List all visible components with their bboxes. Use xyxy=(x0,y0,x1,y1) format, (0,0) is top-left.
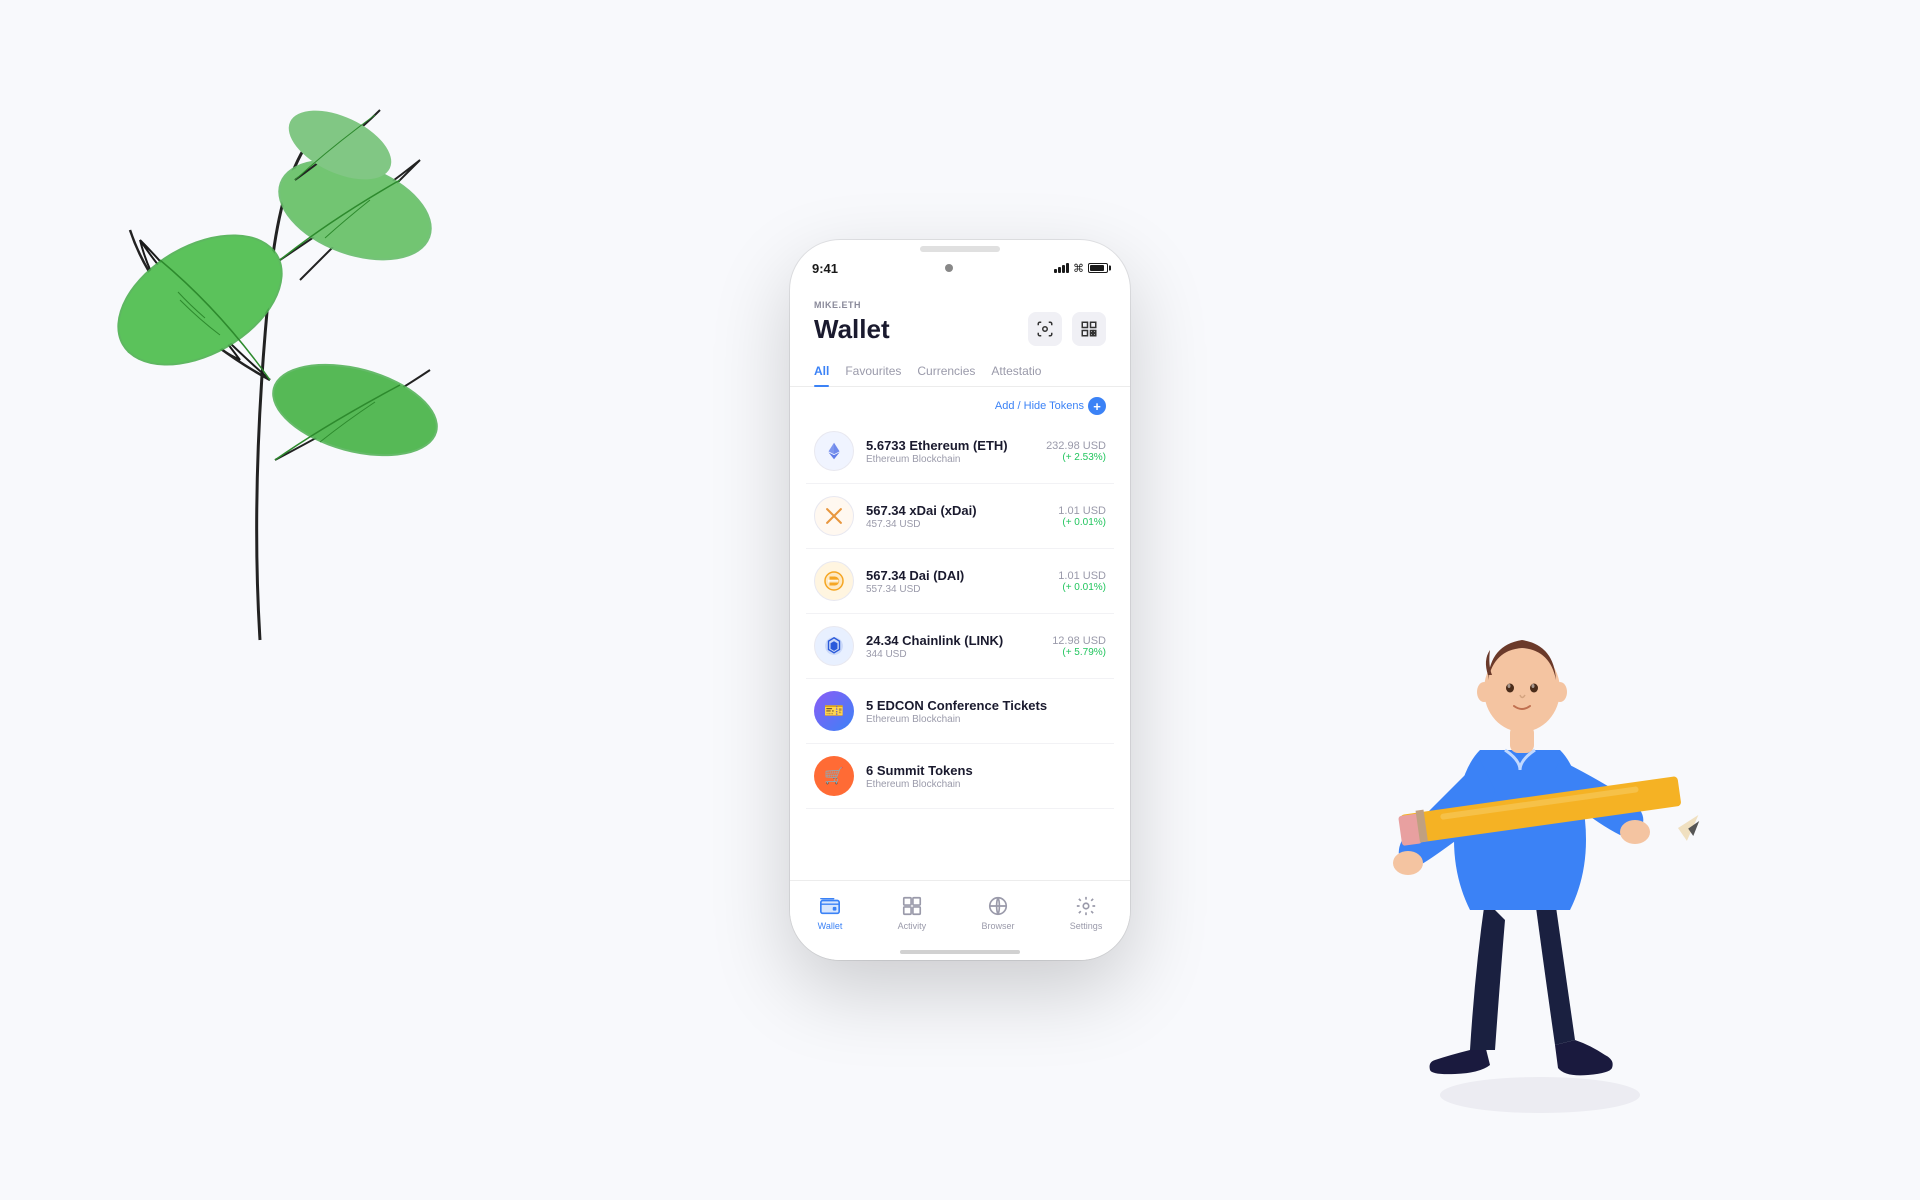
tab-all[interactable]: All xyxy=(814,364,829,386)
tab-bar: All Favourites Currencies Attestatio xyxy=(790,352,1130,387)
token-item-dai[interactable]: 567.34 Dai (DAI) 557.34 USD 1.01 USD (+ … xyxy=(806,549,1114,614)
phone-mockup: 9:41 ⌘ xyxy=(790,240,1130,960)
summit-token-info: 6 Summit Tokens Ethereum Blockchain xyxy=(866,763,1094,790)
eth-token-name: 5.6733 Ethereum (ETH) xyxy=(866,438,1034,453)
username-label: MIKE.ETH xyxy=(814,300,1106,310)
notch-pill xyxy=(920,246,1000,252)
wallet-nav-label: Wallet xyxy=(818,921,843,931)
edcon-token-chain: Ethereum Blockchain xyxy=(866,714,1094,725)
tab-currencies[interactable]: Currencies xyxy=(917,364,975,386)
link-token-name: 24.34 Chainlink (LINK) xyxy=(866,633,1040,648)
dai-token-icon xyxy=(814,561,854,601)
scan-button[interactable] xyxy=(1028,312,1062,346)
xdai-token-info: 567.34 xDai (xDai) 457.34 USD xyxy=(866,503,1046,530)
nav-wallet[interactable]: Wallet xyxy=(818,894,843,931)
person-illustration xyxy=(1340,520,1740,1120)
page-title: Wallet xyxy=(814,314,890,345)
header-action-icons xyxy=(1028,312,1106,346)
link-token-info: 24.34 Chainlink (LINK) 344 USD xyxy=(866,633,1040,660)
token-item-xdai[interactable]: 567.34 xDai (xDai) 457.34 USD 1.01 USD (… xyxy=(806,484,1114,549)
eth-token-values: 232.98 USD (+ 2.53%) xyxy=(1046,440,1106,463)
xdai-usd-value: 1.01 USD xyxy=(1058,505,1106,517)
browser-nav-label: Browser xyxy=(981,921,1014,931)
phone-content: MIKE.ETH Wallet xyxy=(790,284,1130,960)
activity-nav-label: Activity xyxy=(898,921,927,931)
summit-token-chain: Ethereum Blockchain xyxy=(866,779,1094,790)
token-item-edcon[interactable]: 🎫 5 EDCON Conference Tickets Ethereum Bl… xyxy=(806,679,1114,744)
camera-dot xyxy=(945,264,953,272)
link-token-values: 12.98 USD (+ 5.79%) xyxy=(1052,635,1106,658)
xdai-token-values: 1.01 USD (+ 0.01%) xyxy=(1058,505,1106,528)
summit-token-name: 6 Summit Tokens xyxy=(866,763,1094,778)
wallet-header: MIKE.ETH Wallet xyxy=(790,284,1130,346)
eth-change: (+ 2.53%) xyxy=(1046,452,1106,463)
title-row: Wallet xyxy=(814,312,1106,346)
signal-icon xyxy=(1054,263,1069,273)
link-token-icon xyxy=(814,626,854,666)
add-tokens-bar: Add / Hide Tokens + xyxy=(790,387,1130,419)
qr-button[interactable] xyxy=(1072,312,1106,346)
phone-body: 9:41 ⌘ xyxy=(790,240,1130,960)
browser-nav-icon xyxy=(986,894,1010,918)
edcon-token-info: 5 EDCON Conference Tickets Ethereum Bloc… xyxy=(866,698,1094,725)
summit-token-icon: 🛒 xyxy=(814,756,854,796)
settings-nav-label: Settings xyxy=(1070,921,1103,931)
leaf-decoration xyxy=(60,80,480,680)
status-icons: ⌘ xyxy=(1054,262,1108,275)
add-tokens-label: Add / Hide Tokens xyxy=(995,400,1084,412)
bottom-nav: Wallet Activity xyxy=(790,880,1130,960)
settings-nav-icon xyxy=(1074,894,1098,918)
token-item-eth[interactable]: 5.6733 Ethereum (ETH) Ethereum Blockchai… xyxy=(806,419,1114,484)
xdai-token-sub: 457.34 USD xyxy=(866,519,1046,530)
dai-usd-value: 1.01 USD xyxy=(1058,570,1106,582)
eth-usd-value: 232.98 USD xyxy=(1046,440,1106,452)
edcon-token-icon: 🎫 xyxy=(814,691,854,731)
wallet-nav-icon xyxy=(818,894,842,918)
link-token-sub: 344 USD xyxy=(866,649,1040,660)
xdai-token-name: 567.34 xDai (xDai) xyxy=(866,503,1046,518)
dai-token-name: 567.34 Dai (DAI) xyxy=(866,568,1046,583)
nav-browser[interactable]: Browser xyxy=(981,894,1014,931)
add-tokens-icon: + xyxy=(1088,397,1106,415)
dai-change: (+ 0.01%) xyxy=(1058,582,1106,593)
xdai-change: (+ 0.01%) xyxy=(1058,517,1106,528)
nav-activity[interactable]: Activity xyxy=(898,894,927,931)
time-display: 9:41 xyxy=(812,261,838,276)
nav-settings[interactable]: Settings xyxy=(1070,894,1103,931)
add-tokens-button[interactable]: Add / Hide Tokens + xyxy=(995,397,1106,415)
dai-token-info: 567.34 Dai (DAI) 557.34 USD xyxy=(866,568,1046,595)
eth-token-chain: Ethereum Blockchain xyxy=(866,454,1034,465)
token-item-link[interactable]: 24.34 Chainlink (LINK) 344 USD 12.98 USD… xyxy=(806,614,1114,679)
link-usd-value: 12.98 USD xyxy=(1052,635,1106,647)
eth-token-icon xyxy=(814,431,854,471)
edcon-token-name: 5 EDCON Conference Tickets xyxy=(866,698,1094,713)
token-item-summit[interactable]: 🛒 6 Summit Tokens Ethereum Blockchain xyxy=(806,744,1114,809)
link-change: (+ 5.79%) xyxy=(1052,647,1106,658)
tab-favourites[interactable]: Favourites xyxy=(845,364,901,386)
activity-nav-icon xyxy=(900,894,924,918)
battery-icon xyxy=(1088,263,1108,273)
wifi-icon: ⌘ xyxy=(1073,262,1084,275)
eth-token-info: 5.6733 Ethereum (ETH) Ethereum Blockchai… xyxy=(866,438,1034,465)
tab-attestation[interactable]: Attestatio xyxy=(991,364,1041,386)
dai-token-sub: 557.34 USD xyxy=(866,584,1046,595)
status-bar: 9:41 ⌘ xyxy=(790,240,1130,284)
token-list: 5.6733 Ethereum (ETH) Ethereum Blockchai… xyxy=(790,419,1130,809)
dai-token-values: 1.01 USD (+ 0.01%) xyxy=(1058,570,1106,593)
xdai-token-icon xyxy=(814,496,854,536)
home-indicator xyxy=(900,950,1020,954)
